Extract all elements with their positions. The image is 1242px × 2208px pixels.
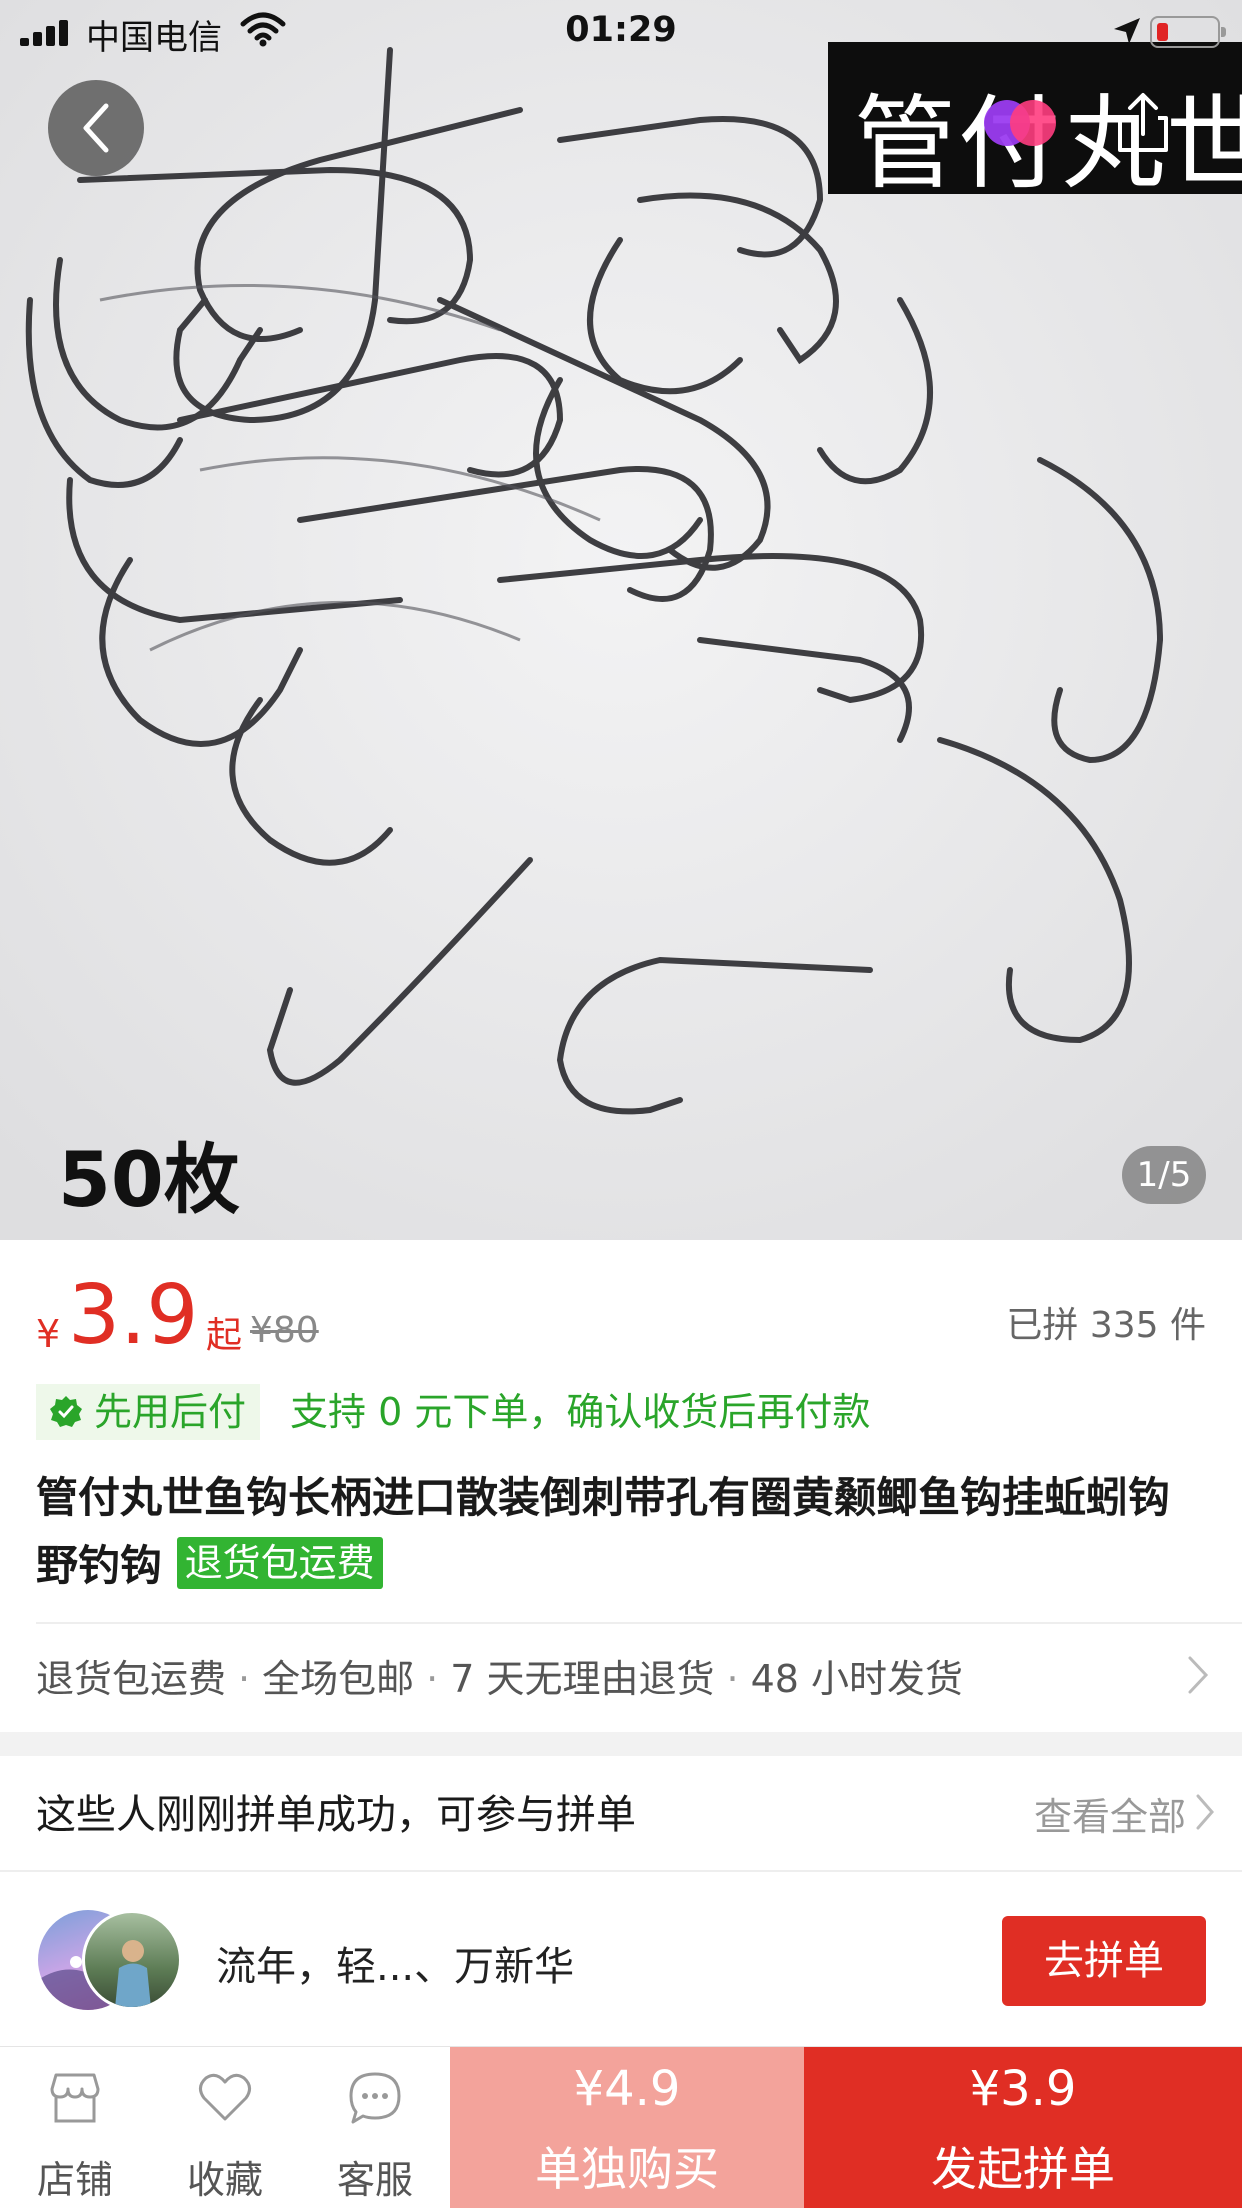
- service-item: 48 小时发货: [750, 1657, 964, 1701]
- group-member-names: 流年，轻...、万新华: [216, 1944, 575, 1990]
- chat-bubble-icon: [349, 2072, 401, 2124]
- store-button[interactable]: 店铺: [0, 2047, 150, 2208]
- bottom-action-bar: 店铺 收藏 客服 ¥4.9 单独购买 ¥3.9 发起拼单: [0, 2046, 1242, 2208]
- group-buy-label: 发起拼单: [931, 2142, 1115, 2196]
- sold-count: 已拼 335 件: [1006, 1305, 1206, 1346]
- store-label: 店铺: [36, 2158, 113, 2202]
- service-guarantees[interactable]: 退货包运费 · 全场包邮 · 7 天无理由退货 · 48 小时发货: [36, 1648, 963, 1703]
- divider: [36, 1622, 1242, 1624]
- pay-later-icon: [50, 1396, 82, 1427]
- buy-alone-button[interactable]: ¥4.9 单独购买: [450, 2047, 804, 2208]
- buy-alone-label: 单独购买: [535, 2142, 719, 2196]
- see-all-link[interactable]: 查看全部: [1034, 1786, 1186, 1841]
- back-arrow-icon: [83, 103, 109, 153]
- favorite-button[interactable]: 收藏: [150, 2047, 300, 2208]
- favorite-label: 收藏: [186, 2158, 263, 2202]
- service-item: 7 天无理由退货: [450, 1657, 715, 1701]
- free-return-shipping-tag: 退货包运费: [176, 1537, 383, 1589]
- clock: 01:29: [565, 10, 677, 50]
- store-icon: [50, 2073, 100, 2123]
- divider: [0, 1870, 1242, 1872]
- buy-alone-price: ¥4.9: [573, 2061, 681, 2117]
- service-item: 退货包运费: [36, 1657, 227, 1701]
- chevron-right-icon[interactable]: [1194, 1792, 1216, 1832]
- chevron-right-icon[interactable]: [1182, 1652, 1212, 1698]
- start-group-buy-button[interactable]: ¥3.9 发起拼单: [804, 2047, 1242, 2208]
- group-price: 3.9: [68, 1268, 199, 1363]
- pay-later-description: 支持 0 元下单，确认收货后再付款: [290, 1390, 871, 1434]
- status-bar: 中国电信 01:29: [0, 0, 1242, 62]
- pay-later-tag-label: 先用后付: [94, 1390, 247, 1434]
- price-suffix: 起: [206, 1315, 243, 1356]
- share-icon[interactable]: [1110, 90, 1176, 156]
- battery-icon: [1150, 16, 1226, 48]
- image-page-indicator: 1/5: [1122, 1146, 1206, 1204]
- back-button[interactable]: [48, 80, 144, 176]
- original-price: ¥80: [250, 1310, 319, 1351]
- pay-later-tag[interactable]: 先用后付: [36, 1384, 261, 1440]
- location-arrow-icon: [1114, 18, 1140, 44]
- avatar: [82, 1910, 182, 2010]
- heart-icon: [199, 2073, 251, 2121]
- product-title: 管付丸世鱼钩长柄进口散装倒刺带孔有圈黄颡鲫鱼钩挂蚯蚓钩野钓钩 退货包运费: [36, 1464, 1206, 1600]
- customer-service-label: 客服: [336, 2158, 413, 2202]
- service-item: 全场包邮: [262, 1657, 415, 1701]
- quantity-label: 50枚: [58, 1135, 240, 1224]
- group-buy-section: 这些人刚刚拼单成功，可参与拼单 查看全部 流年，轻...、万新华 去拼单: [0, 1756, 1242, 2046]
- group-buy-heading: 这些人刚刚拼单成功，可参与拼单: [36, 1792, 636, 1838]
- customer-service-button[interactable]: 客服: [300, 2047, 450, 2208]
- brand-logo-dot: [1010, 100, 1056, 146]
- group-buy-price: ¥3.9: [969, 2061, 1077, 2117]
- join-group-button[interactable]: 去拼单: [1002, 1916, 1206, 2006]
- product-info-card: ¥ 3.9 起 ¥80 已拼 335 件 先用后付 支持 0 元下单，确认收货后…: [0, 1240, 1242, 1732]
- currency-symbol: ¥: [36, 1312, 61, 1356]
